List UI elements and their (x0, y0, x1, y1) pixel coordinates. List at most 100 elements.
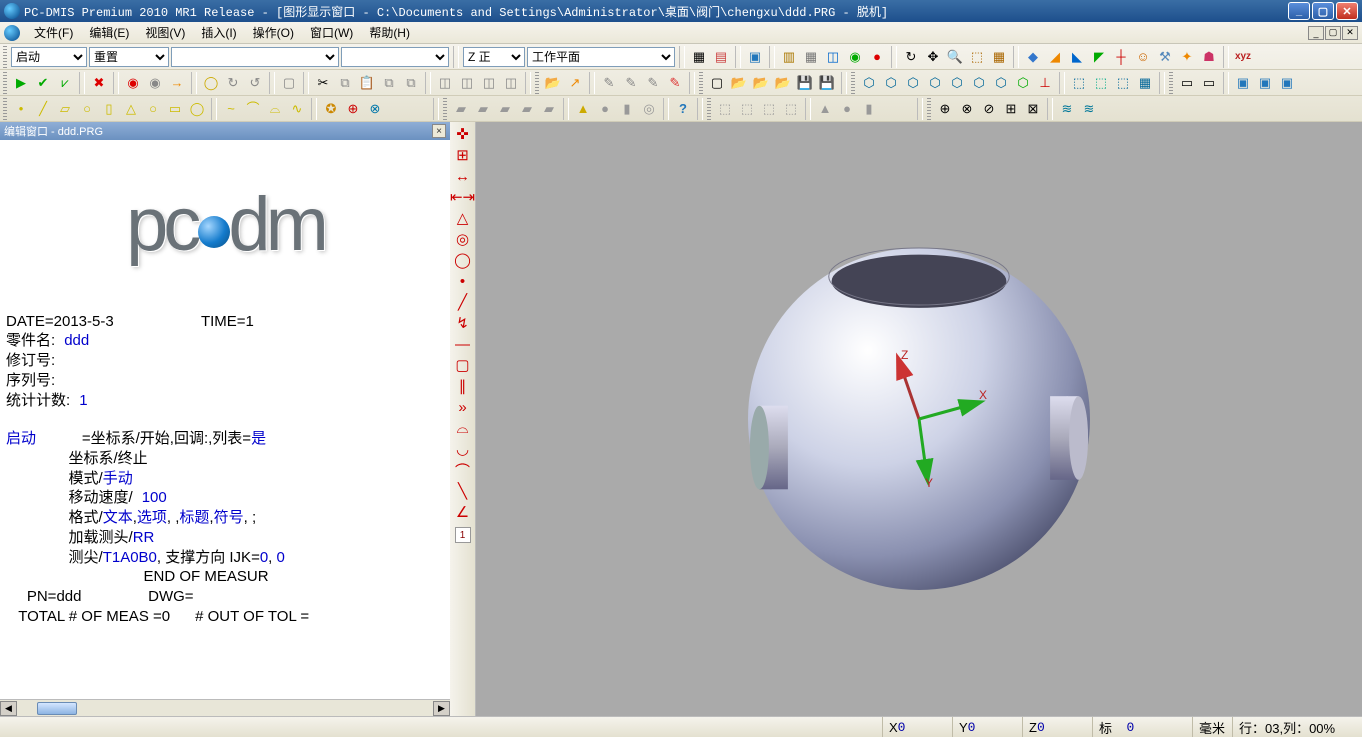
cube-blue-icon[interactable]: ◆ (1023, 47, 1043, 67)
toolbar-grip[interactable] (3, 72, 7, 94)
toolbar-grip[interactable] (3, 98, 7, 120)
vt-xwidth-icon[interactable]: ⇤⇥ (453, 187, 473, 207)
menu-operate[interactable]: 操作(O) (245, 22, 302, 43)
vt-dot-icon[interactable]: • (453, 271, 473, 291)
view-fit-icon[interactable]: ⬡ (1013, 73, 1033, 93)
box3-icon[interactable]: ⬚ (1113, 73, 1133, 93)
export-icon[interactable]: ↗ (565, 73, 585, 93)
play-icon[interactable]: ▶ (11, 73, 31, 93)
sphere-feature-icon[interactable]: ○ (143, 99, 163, 119)
paste-icon[interactable]: 📋 (357, 73, 377, 93)
rotate-icon[interactable]: ↻ (901, 47, 921, 67)
vt-arc-icon[interactable]: ⌒ (453, 460, 473, 480)
view-right-icon[interactable]: ⬡ (947, 73, 967, 93)
vt-zigzag-icon[interactable]: ↯ (453, 313, 473, 333)
view-back-icon[interactable]: ⬡ (903, 73, 923, 93)
axis-red-icon[interactable]: ┼ (1111, 47, 1131, 67)
paste-special-icon[interactable]: ⧉ (379, 73, 399, 93)
box-grey3-icon[interactable]: ⬚ (759, 99, 779, 119)
vt-cyl-icon[interactable]: ⌓ (453, 418, 473, 438)
dim4-icon[interactable]: ▰ (517, 99, 537, 119)
bulb-icon[interactable]: ▲ (573, 99, 593, 119)
combo-3[interactable] (171, 47, 339, 67)
box2-icon[interactable]: ⬚ (1091, 73, 1111, 93)
mdi-restore-button[interactable]: ▢ (1325, 26, 1341, 40)
vt-triangle-icon[interactable]: △ (453, 208, 473, 228)
dim2-icon[interactable]: ▰ (473, 99, 493, 119)
rect2-icon[interactable]: ▭ (1199, 73, 1219, 93)
win3-icon[interactable]: ▣ (1277, 73, 1297, 93)
open-recent-icon[interactable]: 📂 (751, 73, 771, 93)
auto-icon[interactable]: ⊕ (343, 99, 363, 119)
cone-icon[interactable]: △ (121, 99, 141, 119)
vt-bowl-icon[interactable]: ◡ (453, 439, 473, 459)
plane-icon[interactable]: ▱ (55, 99, 75, 119)
blade-green-icon[interactable]: ◤ (1089, 47, 1109, 67)
clear-icon[interactable]: ✖ (89, 73, 109, 93)
menu-window[interactable]: 窗口(W) (302, 22, 361, 43)
shaded-icon[interactable]: ◉ (845, 47, 865, 67)
vt-harrow-icon[interactable]: ↔ (453, 166, 473, 186)
save-as-icon[interactable]: 💾 (817, 73, 837, 93)
vt-angle-icon[interactable]: ∠ (453, 502, 473, 522)
ball-icon[interactable]: ● (595, 99, 615, 119)
pattern3-icon[interactable]: ◫ (479, 73, 499, 93)
palette-icon[interactable]: ▤ (711, 47, 731, 67)
report1-icon[interactable]: ≋ (1057, 99, 1077, 119)
box-grey-icon[interactable]: ⬚ (715, 99, 735, 119)
slot-icon[interactable]: ▭ (165, 99, 185, 119)
view-iso-icon[interactable]: ⬡ (859, 73, 879, 93)
z-plus-combo[interactable]: Z 正 (463, 47, 525, 67)
xyz-icon[interactable]: xyz (1233, 47, 1253, 67)
menu-help[interactable]: 帮助(H) (361, 22, 418, 43)
vt-one-button[interactable]: 1 (455, 527, 471, 543)
close-button[interactable]: ✕ (1336, 2, 1358, 20)
box1-icon[interactable]: ⬚ (1069, 73, 1089, 93)
tol5-icon[interactable]: ⊠ (1023, 99, 1043, 119)
edit3-icon[interactable]: ✎ (643, 73, 663, 93)
scroll-left-button[interactable]: ◀ (0, 701, 17, 716)
target-red-icon[interactable]: ◉ (123, 73, 143, 93)
open-variant-icon[interactable]: 📂 (773, 73, 793, 93)
layer-icon[interactable]: ▣ (745, 47, 765, 67)
compass-icon[interactable]: ✪ (321, 99, 341, 119)
edit1-icon[interactable]: ✎ (599, 73, 619, 93)
pattern1-icon[interactable]: ◫ (435, 73, 455, 93)
curve3-icon[interactable]: ⌓ (265, 99, 285, 119)
menu-edit[interactable]: 编辑(E) (81, 22, 137, 43)
hatch-icon[interactable]: ▦ (989, 47, 1009, 67)
save-icon[interactable]: 💾 (795, 73, 815, 93)
tri-orange-icon[interactable]: ◢ (1045, 47, 1065, 67)
pan-icon[interactable]: ✥ (923, 47, 943, 67)
tol2-icon[interactable]: ⊗ (957, 99, 977, 119)
cascade-icon[interactable]: ▦ (801, 47, 821, 67)
line-icon[interactable]: ╱ (33, 99, 53, 119)
win2-icon[interactable]: ▣ (1255, 73, 1275, 93)
rect1-icon[interactable]: ▭ (1177, 73, 1197, 93)
pill-icon[interactable]: ▮ (617, 99, 637, 119)
startup-combo[interactable]: 启动 (11, 47, 87, 67)
curve1-icon[interactable]: ~ (221, 99, 241, 119)
edit-cancel-icon[interactable]: ✎ (665, 73, 685, 93)
vt-grid-icon[interactable]: ⊞ (453, 145, 473, 165)
vt-parallel-icon[interactable]: ∥ (453, 376, 473, 396)
ring-icon[interactable]: ◎ (639, 99, 659, 119)
box-grey4-icon[interactable]: ⬚ (781, 99, 801, 119)
toolbar-grip[interactable] (443, 98, 447, 120)
box-icon[interactable]: ▢ (279, 73, 299, 93)
hat-icon[interactable]: ☗ (1199, 47, 1219, 67)
toolbar-grip[interactable] (3, 46, 7, 68)
torus-icon[interactable]: ◯ (187, 99, 207, 119)
view-front-icon[interactable]: ⬡ (881, 73, 901, 93)
menu-insert[interactable]: 插入(I) (193, 22, 244, 43)
box-grey2-icon[interactable]: ⬚ (737, 99, 757, 119)
grid2-icon[interactable]: ▦ (1135, 73, 1155, 93)
dim5-icon[interactable]: ▰ (539, 99, 559, 119)
blade-blue-icon[interactable]: ◣ (1067, 47, 1087, 67)
graphics-viewport[interactable]: Z X Y (476, 122, 1362, 716)
edit2-icon[interactable]: ✎ (621, 73, 641, 93)
curve4-icon[interactable]: ∿ (287, 99, 307, 119)
vt-chevrons-icon[interactable]: » (453, 397, 473, 417)
vt-minus-icon[interactable]: — (453, 334, 473, 354)
geom-icon[interactable]: ✦ (1177, 47, 1197, 67)
